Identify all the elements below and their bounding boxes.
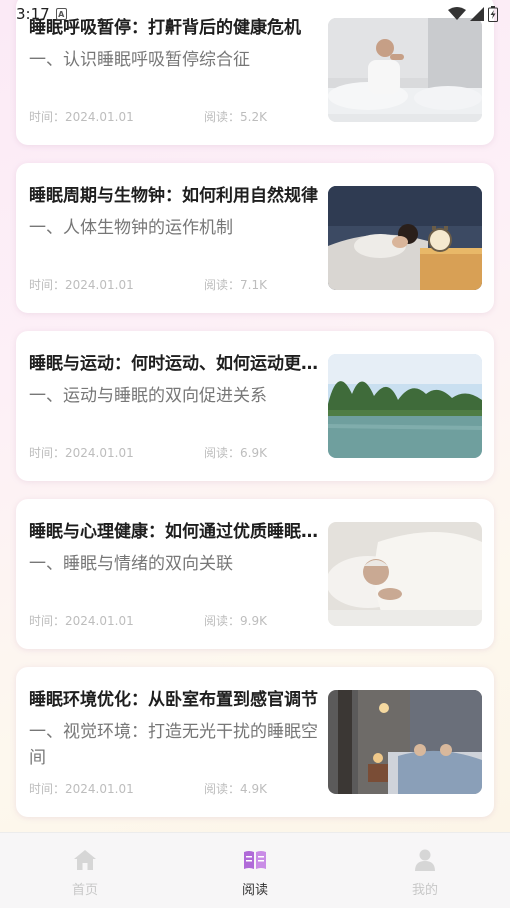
status-bar: 3:17 A: [0, 0, 510, 28]
article-thumbnail[interactable]: [328, 186, 482, 290]
bottom-tab-bar: 首页 阅读 我的: [0, 832, 510, 908]
wifi-icon: [448, 7, 466, 20]
article-time: 时间：2024.01.01: [29, 110, 134, 124]
article-card[interactable]: 睡眠与运动：何时运动、如何运动更助眠 一、运动与睡眠的双向促进关系 时间：202…: [16, 331, 494, 481]
article-meta: 时间：2024.01.01 阅读：9.9K: [29, 612, 267, 629]
battery-charging-icon: [488, 6, 498, 22]
article-summary: 一、人体生物钟的运作机制: [29, 218, 233, 238]
tab-label: 阅读: [241, 883, 268, 898]
article-thumbnail[interactable]: [328, 354, 482, 458]
article-summary: 一、运动与睡眠的双向促进关系: [29, 386, 267, 406]
article-time: 时间：2024.01.01: [29, 614, 134, 628]
article-feed[interactable]: 睡眠呼吸暂停：打鼾背后的健康危机 一、认识睡眠呼吸暂停综合征 时间：2024.0…: [0, 0, 510, 832]
tab-label: 首页: [71, 883, 98, 898]
tab-label: 我的: [411, 883, 438, 898]
article-meta: 时间：2024.01.01 阅读：4.9K: [29, 780, 267, 797]
book-icon: [244, 851, 266, 869]
home-icon: [74, 850, 96, 870]
article-summary: 一、视觉环境：打造无光干扰的睡眠空间: [29, 722, 318, 768]
article-reads: 阅读：5.2K: [204, 110, 267, 124]
article-title: 睡眠环境优化：从卧室布置到感官调节: [29, 690, 318, 710]
article-thumbnail[interactable]: [328, 18, 482, 122]
article-thumbnail[interactable]: [328, 690, 482, 794]
article-summary: 一、睡眠与情绪的双向关联: [29, 554, 233, 574]
article-meta: 时间：2024.01.01 阅读：5.2K: [29, 108, 267, 125]
article-reads: 阅读：9.9K: [204, 614, 267, 628]
tab-mine[interactable]: 我的: [340, 833, 510, 908]
article-summary: 一、认识睡眠呼吸暂停综合征: [29, 50, 250, 70]
article-reads: 阅读：7.1K: [204, 278, 267, 292]
tab-reading[interactable]: 阅读: [170, 833, 340, 908]
user-icon: [415, 849, 435, 871]
article-time: 时间：2024.01.01: [29, 278, 134, 292]
article-card[interactable]: 睡眠环境优化：从卧室布置到感官调节 一、视觉环境：打造无光干扰的睡眠空间 时间：…: [16, 667, 494, 817]
a-letter-icon: A: [55, 8, 67, 20]
article-title: 睡眠周期与生物钟：如何利用自然规律: [29, 186, 318, 206]
tab-home[interactable]: 首页: [0, 833, 170, 908]
article-card[interactable]: 睡眠与心理健康：如何通过优质睡眠改善情绪 一、睡眠与情绪的双向关联 时间：202…: [16, 499, 494, 649]
article-meta: 时间：2024.01.01 阅读：7.1K: [29, 276, 267, 293]
article-card[interactable]: 睡眠周期与生物钟：如何利用自然规律 一、人体生物钟的运作机制 时间：2024.0…: [16, 163, 494, 313]
article-meta: 时间：2024.01.01 阅读：6.9K: [29, 444, 267, 461]
article-reads: 阅读：4.9K: [204, 782, 267, 796]
article-title: 睡眠与运动：何时运动、如何运动更助眠: [29, 354, 319, 374]
article-title: 睡眠与心理健康：如何通过优质睡眠改善情绪: [29, 522, 319, 542]
article-reads: 阅读：6.9K: [204, 446, 267, 460]
article-thumbnail[interactable]: [328, 522, 482, 626]
status-time: 3:17: [16, 5, 50, 23]
article-time: 时间：2024.01.01: [29, 446, 134, 460]
signal-icon: [470, 7, 484, 21]
article-time: 时间：2024.01.01: [29, 782, 134, 796]
